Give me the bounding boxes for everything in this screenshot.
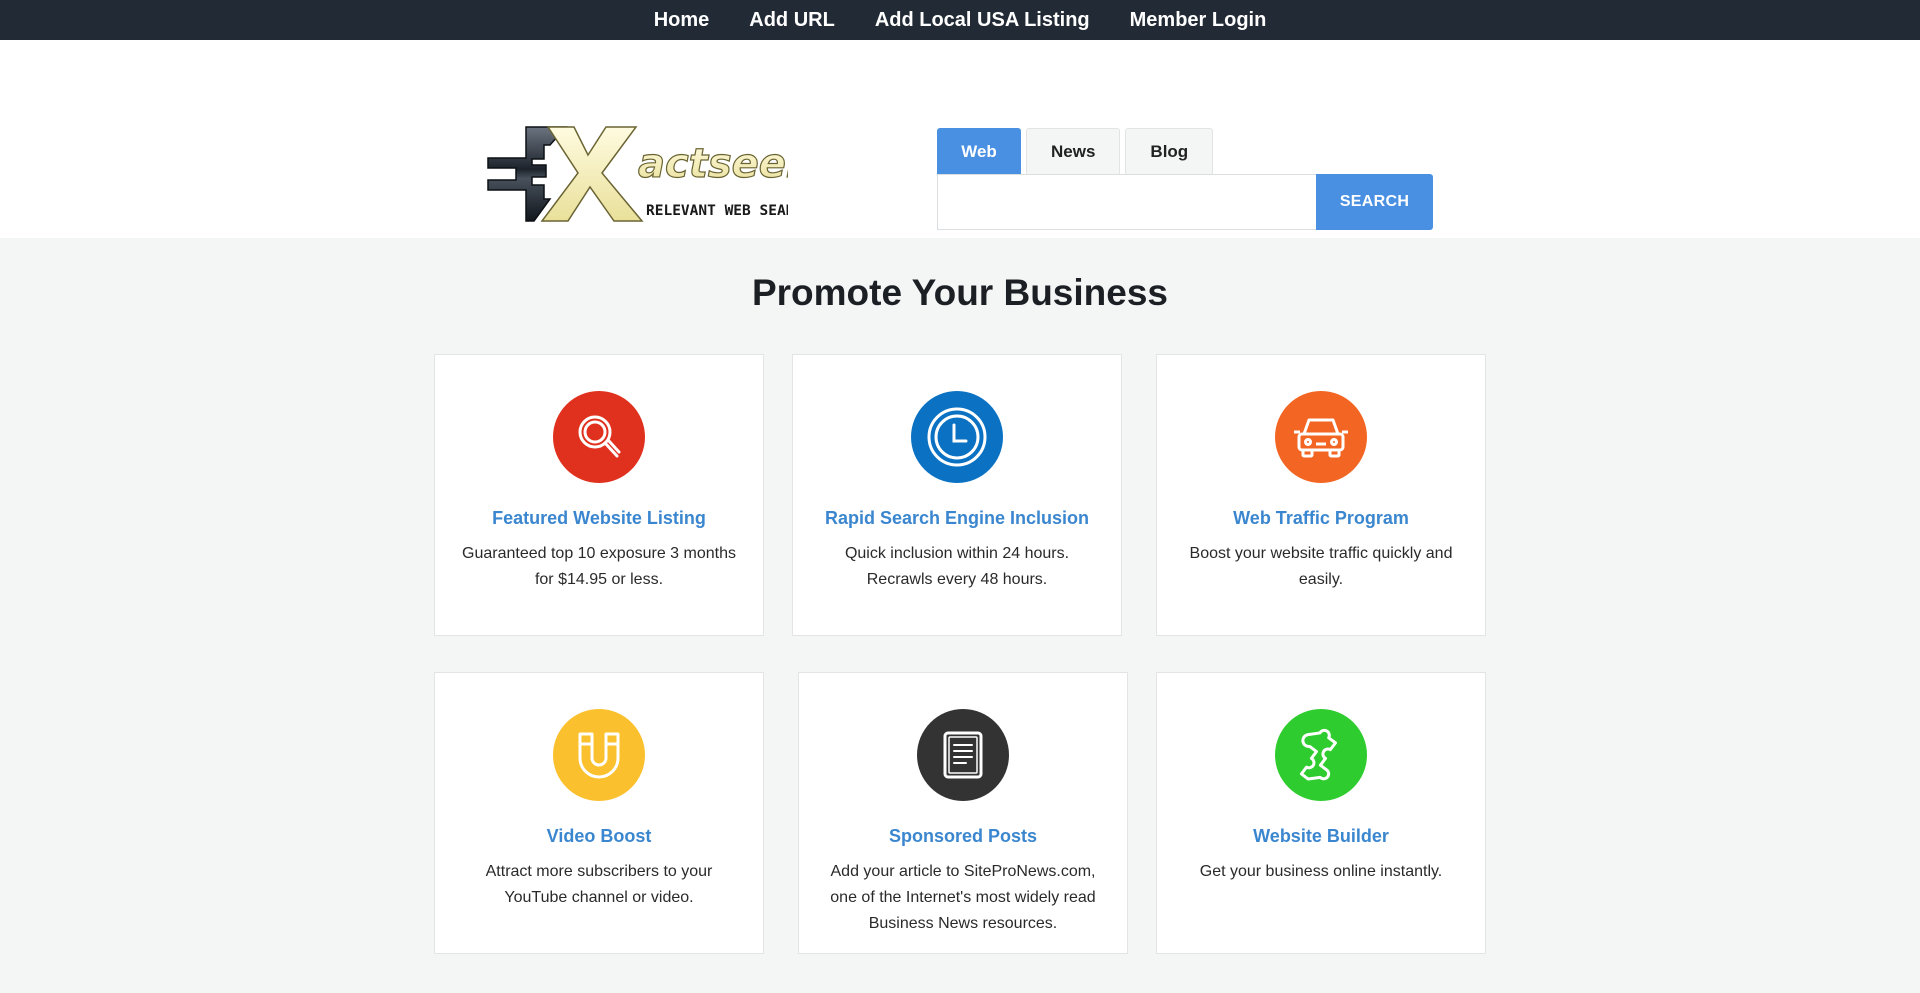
page-title: Promote Your Business [751, 272, 1168, 313]
service-card: Sponsored Posts Add your article to Site… [798, 672, 1128, 954]
logo-graphic: actseek RELEVANT WEB SEARCH [487, 126, 788, 222]
card-description: Boost your website traffic quickly and e… [1189, 545, 1453, 588]
tab-blog[interactable]: Blog [1125, 128, 1214, 174]
search-row: SEARCH [937, 174, 1433, 230]
nav-member-login-link[interactable]: Member Login [1130, 9, 1267, 32]
service-card: Website Builder Get your business online… [1156, 672, 1486, 954]
card-description: Attract more subscribers to your YouTube… [485, 863, 713, 906]
card-description: Get your business online instantly. [1199, 863, 1443, 880]
card-title[interactable]: Rapid Search Engine Inclusion [815, 508, 1099, 529]
site-logo[interactable]: actseek RELEVANT WEB SEARCH [486, 125, 788, 225]
search-input[interactable] [937, 174, 1316, 230]
card-description: Guaranteed top 10 exposure 3 months for … [462, 545, 736, 588]
card-title[interactable]: Video Boost [457, 826, 741, 847]
service-card: Video Boost Attract more subscribers to … [434, 672, 764, 954]
magnifier-icon[interactable] [553, 391, 645, 483]
search-area: Web News Blog SEARCH [937, 128, 1433, 230]
nav-add-url-link[interactable]: Add URL [749, 9, 835, 32]
service-card: Featured Website Listing Guaranteed top … [434, 354, 764, 636]
card-title[interactable]: Sponsored Posts [821, 826, 1105, 847]
search-button[interactable]: SEARCH [1316, 174, 1433, 230]
clock-icon[interactable] [911, 391, 1003, 483]
card-title[interactable]: Web Traffic Program [1179, 508, 1463, 529]
card-title[interactable]: Featured Website Listing [457, 508, 741, 529]
site-header: actseek RELEVANT WEB SEARCH Web News Blo… [0, 40, 1920, 238]
svg-text:RELEVANT WEB SEARCH: RELEVANT WEB SEARCH [646, 203, 788, 219]
card-description: Add your article to SiteProNews.com, one… [830, 863, 1096, 932]
nav-add-local-usa-listing-link[interactable]: Add Local USA Listing [875, 9, 1090, 32]
magnet-icon[interactable] [553, 709, 645, 801]
nav-home-link[interactable]: Home [654, 9, 710, 32]
card-title[interactable]: Website Builder [1179, 826, 1463, 847]
car-icon[interactable] [1275, 391, 1367, 483]
service-card: Web Traffic Program Boost your website t… [1156, 354, 1486, 636]
tab-news[interactable]: News [1026, 128, 1121, 174]
puzzle-icon[interactable] [1275, 709, 1367, 801]
document-icon[interactable] [917, 709, 1009, 801]
tab-web[interactable]: Web [937, 128, 1021, 174]
svg-text:actseek: actseek [638, 141, 788, 187]
search-tabs: Web News Blog [937, 128, 1433, 174]
top-nav: Home Add URL Add Local USA Listing Membe… [0, 0, 1920, 40]
card-description: Quick inclusion within 24 hours. Recrawl… [844, 545, 1070, 588]
promote-section: Promote Your Business Featured Website L… [0, 238, 1920, 993]
service-card: Rapid Search Engine Inclusion Quick incl… [792, 354, 1122, 636]
